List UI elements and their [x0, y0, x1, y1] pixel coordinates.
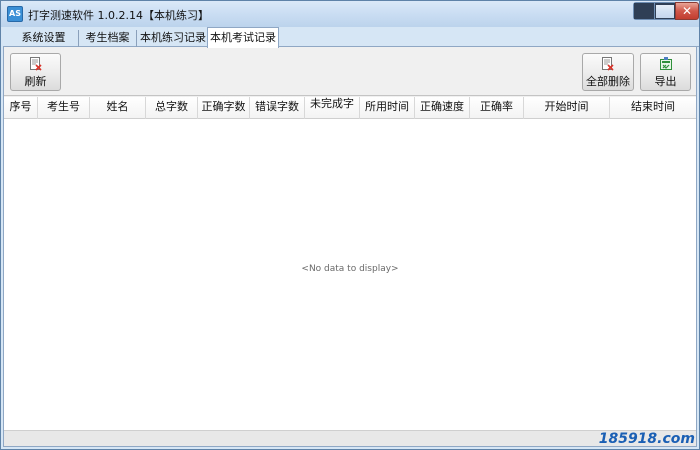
tab-strip: 系统设置 考生档案 本机练习记录 本机考试记录 — [3, 27, 699, 48]
column-header-time-used[interactable]: 所用时间 — [360, 97, 415, 119]
maximize-icon — [655, 3, 675, 19]
content-panel: 刷新 全部删除 导出 序号 考生号 姓名 总字数 正确字数 错误字数 未完成字 … — [3, 47, 697, 447]
refresh-icon — [29, 57, 42, 71]
column-header-candidate-id[interactable]: 考生号 — [38, 97, 90, 119]
column-header-start-time[interactable]: 开始时间 — [524, 97, 610, 119]
column-header-unfinished-chars[interactable]: 未完成字 — [305, 97, 360, 119]
site-watermark: 185918.com — [598, 431, 695, 447]
column-header-index[interactable]: 序号 — [4, 97, 38, 119]
table-header: 序号 考生号 姓名 总字数 正确字数 错误字数 未完成字 所用时间 正确速度 正… — [4, 97, 696, 119]
delete-icon — [602, 57, 614, 71]
export-label: 导出 — [654, 75, 677, 88]
refresh-label: 刷新 — [24, 75, 47, 88]
minimize-icon — [634, 3, 654, 19]
close-icon: ✕ — [681, 4, 693, 18]
column-header-accuracy[interactable]: 正确率 — [470, 97, 524, 119]
column-header-end-time[interactable]: 结束时间 — [610, 97, 696, 119]
maximize-button[interactable] — [654, 2, 676, 20]
exam-records-table: 序号 考生号 姓名 总字数 正确字数 错误字数 未完成字 所用时间 正确速度 正… — [4, 97, 696, 430]
column-header-correct-chars[interactable]: 正确字数 — [198, 97, 250, 119]
refresh-button[interactable]: 刷新 — [10, 53, 61, 91]
minimize-button[interactable] — [633, 2, 655, 20]
close-button[interactable]: ✕ — [675, 2, 699, 20]
tab-system-settings[interactable]: 系统设置 — [9, 30, 79, 47]
column-header-name[interactable]: 姓名 — [90, 97, 146, 119]
title-bar[interactable]: AS 打字测速软件 1.0.2.14【本机练习】 ✕ — [1, 1, 699, 27]
delete-all-label: 全部删除 — [586, 75, 630, 88]
app-window: AS 打字测速软件 1.0.2.14【本机练习】 ✕ 系统设置 考生档案 本机练… — [0, 0, 700, 450]
status-strip — [4, 430, 696, 446]
empty-table-message: <No data to display> — [301, 264, 399, 274]
column-header-total-chars[interactable]: 总字数 — [146, 97, 198, 119]
delete-all-button[interactable]: 全部删除 — [582, 53, 634, 91]
tab-exam-records[interactable]: 本机考试记录 — [207, 27, 279, 48]
app-logo-icon: AS — [7, 6, 23, 22]
toolbar: 刷新 全部删除 导出 — [4, 47, 696, 96]
window-title: 打字测速软件 1.0.2.14【本机练习】 — [28, 9, 209, 22]
column-header-wrong-chars[interactable]: 错误字数 — [250, 97, 305, 119]
export-icon — [659, 57, 672, 70]
column-header-correct-speed[interactable]: 正确速度 — [415, 97, 470, 119]
tab-candidate-profiles[interactable]: 考生档案 — [79, 30, 137, 47]
tab-practice-records[interactable]: 本机练习记录 — [138, 30, 208, 47]
export-button[interactable]: 导出 — [640, 53, 691, 91]
